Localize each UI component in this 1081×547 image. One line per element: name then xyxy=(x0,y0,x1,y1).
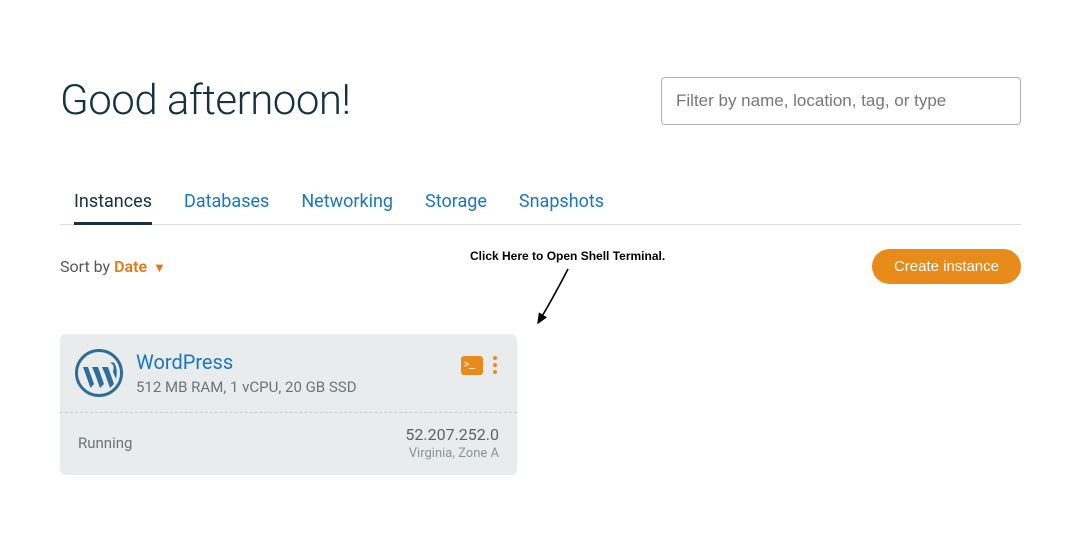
instance-card[interactable]: WordPress 512 MB RAM, 1 vCPU, 20 GB SSD … xyxy=(60,334,517,475)
tab-databases[interactable]: Databases xyxy=(184,183,269,224)
wordpress-logo-icon xyxy=(74,348,124,398)
filter-input[interactable] xyxy=(661,77,1021,125)
tab-snapshots[interactable]: Snapshots xyxy=(519,183,604,224)
terminal-icon: >_ xyxy=(464,361,475,370)
create-instance-button[interactable]: Create instance xyxy=(872,249,1021,284)
open-terminal-button[interactable]: >_ xyxy=(461,356,483,375)
page-greeting: Good afternoon! xyxy=(60,76,350,125)
annotation-text: Click Here to Open Shell Terminal. xyxy=(470,249,665,263)
tab-instances[interactable]: Instances xyxy=(74,183,152,225)
instance-ip: 52.207.252.0 xyxy=(405,425,499,444)
instance-region: Virginia, Zone A xyxy=(405,446,499,461)
chevron-down-icon: ▼ xyxy=(153,260,166,276)
tab-storage[interactable]: Storage xyxy=(425,183,487,224)
instance-status: Running xyxy=(78,434,132,452)
instance-specs: 512 MB RAM, 1 vCPU, 20 GB SSD xyxy=(136,378,461,396)
instance-name[interactable]: WordPress xyxy=(136,350,461,374)
tabs-bar: Instances Databases Networking Storage S… xyxy=(60,183,1021,225)
tab-networking[interactable]: Networking xyxy=(301,183,393,224)
sort-key: Date xyxy=(114,257,147,276)
sort-label: Sort by xyxy=(60,257,114,276)
sort-by-control[interactable]: Sort by Date ▼ xyxy=(60,257,166,276)
instance-menu-button[interactable] xyxy=(491,354,499,376)
